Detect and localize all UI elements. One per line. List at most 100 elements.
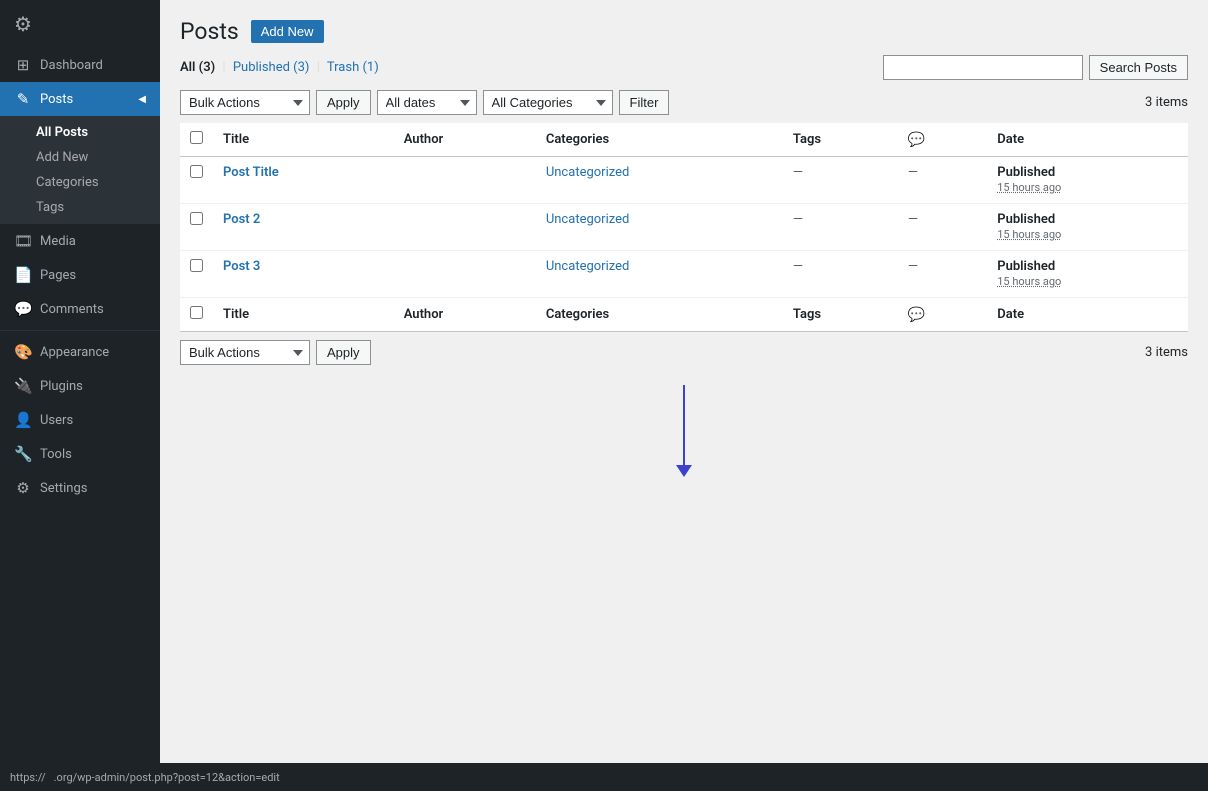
- table-row: Post 2 Edit | Quick Edit | Trash | View: [180, 204, 1188, 251]
- search-button[interactable]: Search Posts: [1089, 55, 1188, 80]
- sidebar-item-users[interactable]: 👤 Users: [0, 403, 160, 437]
- filter-bar: All (3) | Published (3) | Trash (1) Sear…: [180, 55, 1188, 80]
- row2-checkbox-cell: [180, 204, 213, 251]
- sidebar-item-dashboard[interactable]: ⊞ Dashboard: [0, 48, 160, 82]
- row1-date-ago: 15 hours ago: [997, 181, 1061, 194]
- row3-author-cell: [394, 251, 536, 298]
- items-count-top: 3 items: [1145, 95, 1188, 110]
- tags-col-header: Tags: [783, 123, 898, 157]
- posts-arrow-icon: ◀: [138, 94, 146, 105]
- apply-button-top[interactable]: Apply: [316, 90, 371, 115]
- row1-checkbox[interactable]: [190, 165, 203, 178]
- arrow-head: [676, 465, 692, 477]
- sidebar-separator-1: [0, 330, 160, 331]
- row1-category-link[interactable]: Uncategorized: [546, 165, 629, 180]
- row2-comments-cell: —: [898, 204, 987, 251]
- bulk-actions-select-bottom[interactable]: Bulk Actions Edit Move to Trash: [180, 340, 310, 365]
- row2-title-link[interactable]: Post 2: [223, 212, 260, 227]
- row1-checkbox-cell: [180, 157, 213, 204]
- sidebar-logo: ⚙: [0, 0, 160, 48]
- categories-col-header: Categories: [536, 123, 783, 157]
- row3-title-link[interactable]: Post 3: [223, 259, 260, 274]
- row2-category-link[interactable]: Uncategorized: [546, 212, 629, 227]
- appearance-icon: 🎨: [14, 343, 32, 361]
- filter-button[interactable]: Filter: [619, 90, 670, 115]
- status-url-right: .org/wp-admin/post.php?post=12&action=ed…: [160, 771, 280, 784]
- comments-col-header: 💬: [898, 123, 987, 157]
- bulk-actions-select-top[interactable]: Bulk Actions Edit Move to Trash: [180, 90, 310, 115]
- sidebar-label-pages: Pages: [40, 268, 76, 283]
- sidebar-item-settings[interactable]: ⚙ Settings: [0, 471, 160, 505]
- row3-category-link[interactable]: Uncategorized: [546, 259, 629, 274]
- sidebar-subitem-add-new[interactable]: Add New: [0, 145, 160, 170]
- table-row: Post Title Edit | Quick Edit | Trash | V…: [180, 157, 1188, 204]
- wp-logo-icon: ⚙: [14, 12, 32, 36]
- row3-date-status: Published: [997, 259, 1055, 274]
- apply-button-bottom[interactable]: Apply: [316, 340, 371, 365]
- sidebar-item-comments[interactable]: 💬 Comments: [0, 292, 160, 326]
- tools-icon: 🔧: [14, 445, 32, 463]
- trash-count: (1): [362, 60, 378, 75]
- sidebar-label-media: Media: [40, 234, 76, 249]
- search-input[interactable]: [883, 55, 1083, 80]
- page-header: Posts Add New: [180, 18, 1188, 45]
- filter-all-link[interactable]: All (3): [180, 60, 215, 75]
- users-icon: 👤: [14, 411, 32, 429]
- row2-tags-cell: —: [783, 204, 898, 251]
- status-bar: https:// .org/wp-admin/post.php?post=12&…: [160, 763, 1208, 791]
- author-col-header: Author: [394, 123, 536, 157]
- dates-filter-select[interactable]: All dates: [377, 90, 477, 115]
- sidebar-label-dashboard: Dashboard: [40, 58, 103, 73]
- row1-tags-cell: —: [783, 157, 898, 204]
- main-content: Posts Add New All (3) | Published (3) | …: [160, 0, 1208, 791]
- select-all-checkbox[interactable]: [190, 131, 203, 144]
- row2-date-ago: 15 hours ago: [997, 228, 1061, 241]
- add-new-button[interactable]: Add New: [251, 20, 324, 43]
- row2-checkbox[interactable]: [190, 212, 203, 225]
- footer-select-all-checkbox[interactable]: [190, 306, 203, 319]
- dashboard-icon: ⊞: [14, 56, 32, 74]
- sidebar-subitem-all-posts[interactable]: All Posts: [0, 120, 160, 145]
- row3-checkbox[interactable]: [190, 259, 203, 272]
- sep-1: |: [222, 60, 225, 75]
- sidebar-item-pages[interactable]: 📄 Pages: [0, 258, 160, 292]
- filter-published-link[interactable]: Published (3): [233, 60, 310, 75]
- footer-date-col: Date: [987, 298, 1188, 332]
- sidebar-label-appearance: Appearance: [40, 345, 109, 360]
- items-count-bottom: 3 items: [1145, 345, 1188, 360]
- row1-category-cell: Uncategorized: [536, 157, 783, 204]
- row2-category-cell: Uncategorized: [536, 204, 783, 251]
- published-count: (3): [293, 60, 309, 75]
- sidebar-label-tools: Tools: [40, 447, 72, 462]
- sidebar-item-tools[interactable]: 🔧 Tools: [0, 437, 160, 471]
- title-col-header: Title: [213, 123, 394, 157]
- table-row: Post 3 Edit | Quick Edit | Trash | View: [180, 251, 1188, 298]
- row2-title-cell: Post 2 Edit | Quick Edit | Trash | View: [213, 204, 394, 251]
- row1-date-cell: Published 15 hours ago: [987, 157, 1188, 204]
- sidebar-item-plugins[interactable]: 🔌 Plugins: [0, 369, 160, 403]
- row1-title-link[interactable]: Post Title: [223, 165, 279, 180]
- bottom-toolbar: Bulk Actions Edit Move to Trash Apply 3 …: [180, 340, 1188, 365]
- comment-footer-icon: 💬: [908, 307, 925, 323]
- row1-author-cell: [394, 157, 536, 204]
- sidebar-label-comments: Comments: [40, 302, 104, 317]
- filter-trash-link[interactable]: Trash (1): [327, 60, 379, 75]
- row3-date-cell: Published 15 hours ago: [987, 251, 1188, 298]
- row2-date-status: Published: [997, 212, 1055, 227]
- sidebar-subitem-tags[interactable]: Tags: [0, 195, 160, 220]
- categories-filter-select[interactable]: All Categories: [483, 90, 613, 115]
- footer-title-col: Title: [213, 298, 394, 332]
- sidebar-item-appearance[interactable]: 🎨 Appearance: [0, 335, 160, 369]
- pages-icon: 📄: [14, 266, 32, 284]
- comments-icon: 💬: [14, 300, 32, 318]
- sidebar-item-posts[interactable]: ✎ Posts ◀: [0, 82, 160, 116]
- row2-author-cell: [394, 204, 536, 251]
- filter-links-group: All (3) | Published (3) | Trash (1): [180, 60, 379, 75]
- footer-categories-col: Categories: [536, 298, 783, 332]
- sidebar-subitem-categories[interactable]: Categories: [0, 170, 160, 195]
- sidebar-item-media[interactable]: 🎞 Media: [0, 224, 160, 258]
- select-all-col: [180, 123, 213, 157]
- scroll-arrow-visual: [180, 365, 1188, 485]
- row3-category-cell: Uncategorized: [536, 251, 783, 298]
- media-icon: 🎞: [14, 232, 32, 250]
